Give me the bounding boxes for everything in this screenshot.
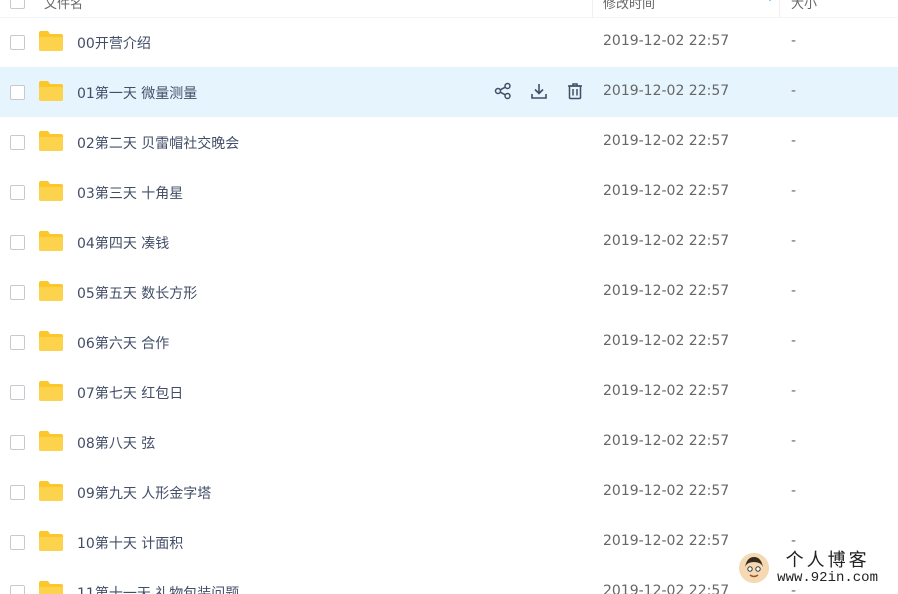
row-checkbox[interactable] [10, 85, 25, 100]
folder-icon [38, 80, 64, 102]
file-modified-time: 2019-12-02 22:57 [603, 433, 730, 449]
row-checkbox[interactable] [10, 485, 25, 500]
file-modified-time: 2019-12-02 22:57 [603, 533, 730, 549]
trash-icon[interactable] [564, 80, 586, 102]
column-divider [592, 0, 593, 18]
row-actions [492, 80, 586, 102]
share-icon[interactable] [492, 80, 514, 102]
file-size: - [791, 283, 797, 299]
download-icon[interactable] [528, 80, 550, 102]
select-all-checkbox[interactable] [10, 0, 25, 9]
file-modified-time: 2019-12-02 22:57 [603, 333, 730, 349]
row-checkbox[interactable] [10, 585, 25, 594]
folder-icon [38, 180, 64, 202]
file-row[interactable]: 02第二天 贝雷帽社交晚会 2019-12-02 22:57 - [0, 117, 898, 167]
file-name-link[interactable]: 03第三天 十角星 [77, 183, 183, 203]
sort-arrow-icon[interactable]: ↑ [765, 0, 775, 4]
column-header-size[interactable]: 大小 [791, 0, 817, 12]
file-row[interactable]: 03第三天 十角星 2019-12-02 22:57 - [0, 167, 898, 217]
row-checkbox[interactable] [10, 285, 25, 300]
file-name-link[interactable]: 09第九天 人形金字塔 [77, 483, 211, 503]
file-row[interactable]: 06第六天 合作 2019-12-02 22:57 - [0, 317, 898, 367]
watermark-title: 个人博客 [785, 549, 870, 571]
file-row[interactable]: 08第八天 弦 2019-12-02 22:57 - [0, 417, 898, 467]
file-modified-time: 2019-12-02 22:57 [603, 33, 730, 49]
row-checkbox[interactable] [10, 435, 25, 450]
file-size: - [791, 433, 797, 449]
file-name-link[interactable]: 02第二天 贝雷帽社交晚会 [77, 133, 239, 153]
file-size: - [791, 233, 797, 249]
file-modified-time: 2019-12-02 22:57 [603, 483, 730, 499]
file-list: 00开营介绍 2019-12-02 22:57 - 01第一天 微量测量 2019-12… [0, 17, 898, 594]
watermark-url: www.92in.com [777, 569, 878, 586]
row-checkbox[interactable] [10, 235, 25, 250]
file-modified-time: 2019-12-02 22:57 [603, 183, 730, 199]
file-size: - [791, 333, 797, 349]
file-name-link[interactable]: 08第八天 弦 [77, 433, 155, 453]
row-checkbox[interactable] [10, 535, 25, 550]
file-size: - [791, 483, 797, 499]
folder-icon [38, 480, 64, 502]
file-modified-time: 2019-12-02 22:57 [603, 583, 730, 594]
file-name-link[interactable]: 07第七天 红包日 [77, 383, 183, 403]
folder-icon [38, 230, 64, 252]
file-name-link[interactable]: 11第十一天 礼物包装问题 [77, 583, 239, 594]
column-divider [779, 0, 780, 18]
file-row[interactable]: 00开营介绍 2019-12-02 22:57 - [0, 17, 898, 67]
file-name-link[interactable]: 00开营介绍 [77, 33, 151, 53]
file-size: - [791, 133, 797, 149]
row-checkbox[interactable] [10, 135, 25, 150]
file-size: - [791, 533, 797, 549]
watermark: 个人博客 www.92in.com [739, 551, 878, 586]
file-list-header: 文件名 修改时间 ↑ 大小 [0, 0, 898, 18]
folder-icon [38, 580, 64, 594]
file-row[interactable]: 01第一天 微量测量 2019-12-02 22:57 - [0, 67, 898, 117]
file-modified-time: 2019-12-02 22:57 [603, 233, 730, 249]
row-checkbox[interactable] [10, 185, 25, 200]
file-row[interactable]: 04第四天 凑钱 2019-12-02 22:57 - [0, 217, 898, 267]
file-modified-time: 2019-12-02 22:57 [603, 83, 730, 99]
watermark-logo-icon [739, 553, 770, 584]
row-checkbox[interactable] [10, 335, 25, 350]
file-name-link[interactable]: 01第一天 微量测量 [77, 83, 197, 103]
row-checkbox[interactable] [10, 35, 25, 50]
file-modified-time: 2019-12-02 22:57 [603, 283, 730, 299]
folder-icon [38, 280, 64, 302]
column-header-time[interactable]: 修改时间 [603, 0, 655, 12]
folder-icon [38, 430, 64, 452]
file-modified-time: 2019-12-02 22:57 [603, 133, 730, 149]
file-name-link[interactable]: 04第四天 凑钱 [77, 233, 169, 253]
file-name-link[interactable]: 05第五天 数长方形 [77, 283, 197, 303]
folder-icon [38, 330, 64, 352]
file-size: - [791, 83, 797, 99]
column-header-name[interactable]: 文件名 [44, 0, 83, 12]
file-size: - [791, 183, 797, 199]
file-name-link[interactable]: 10第十天 计面积 [77, 533, 183, 553]
file-size: - [791, 33, 797, 49]
folder-icon [38, 530, 64, 552]
file-name-link[interactable]: 06第六天 合作 [77, 333, 169, 353]
folder-icon [38, 130, 64, 152]
file-row[interactable]: 07第七天 红包日 2019-12-02 22:57 - [0, 367, 898, 417]
folder-icon [38, 380, 64, 402]
file-modified-time: 2019-12-02 22:57 [603, 383, 730, 399]
file-row[interactable]: 09第九天 人形金字塔 2019-12-02 22:57 - [0, 467, 898, 517]
file-size: - [791, 383, 797, 399]
file-row[interactable]: 05第五天 数长方形 2019-12-02 22:57 - [0, 267, 898, 317]
folder-icon [38, 30, 64, 52]
row-checkbox[interactable] [10, 385, 25, 400]
